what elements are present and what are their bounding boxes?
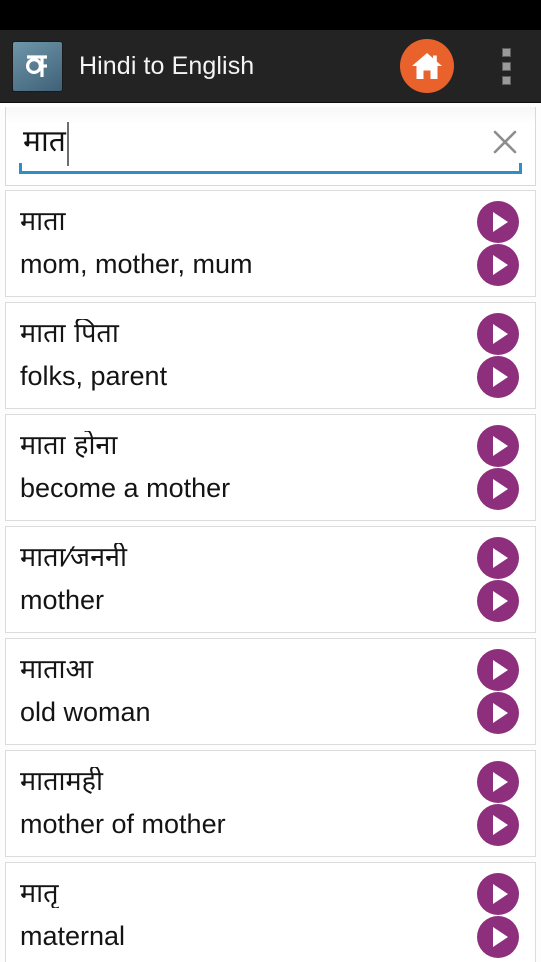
home-icon	[412, 53, 442, 79]
play-icon	[493, 771, 508, 792]
list-item[interactable]: माता⁄जननी mother	[5, 526, 536, 633]
play-english-button[interactable]	[477, 691, 519, 734]
page-title: Hindi to English	[79, 51, 255, 80]
play-icon	[493, 435, 508, 456]
result-hindi-row: माता पिता	[6, 312, 535, 355]
english-translation: folks, parent	[20, 361, 168, 391]
app-screen: Hindi to English मात माता mom, mother, m…	[0, 0, 541, 962]
play-icon	[493, 883, 508, 904]
play-hindi-button[interactable]	[477, 872, 519, 915]
play-hindi-button[interactable]	[477, 648, 519, 691]
list-item[interactable]: माता पिता folks, parent	[5, 302, 536, 409]
overflow-dot-icon	[501, 47, 511, 57]
result-english-row: maternal	[6, 915, 535, 958]
overflow-dot-icon	[501, 61, 511, 71]
overflow-menu-button[interactable]	[491, 42, 521, 90]
result-english-row: mother	[6, 579, 535, 622]
play-icon	[493, 366, 508, 387]
hindi-word: माता⁄जननी	[20, 542, 128, 573]
english-translation: mother of mother	[20, 809, 226, 839]
hindi-word: माता होना	[20, 430, 118, 461]
action-bar: Hindi to English	[0, 30, 541, 103]
english-translation: mother	[20, 585, 105, 615]
play-icon	[493, 659, 508, 680]
play-english-button[interactable]	[477, 467, 519, 510]
hindi-word: माताआ	[20, 654, 94, 685]
play-icon	[493, 323, 508, 344]
play-hindi-button[interactable]	[477, 760, 519, 803]
search-input-value: मात	[23, 124, 66, 159]
play-icon	[493, 211, 508, 232]
english-translation: mom, mother, mum	[20, 249, 253, 279]
close-icon	[493, 130, 517, 154]
result-hindi-row: मातृ	[6, 872, 535, 915]
search-bar: मात	[5, 107, 536, 186]
list-item[interactable]: माता mom, mother, mum	[5, 190, 536, 297]
play-english-button[interactable]	[477, 579, 519, 622]
result-english-row: mother of mother	[6, 803, 535, 846]
status-bar	[0, 0, 541, 30]
list-item[interactable]: माता होना become a mother	[5, 414, 536, 521]
play-hindi-button[interactable]	[477, 536, 519, 579]
clear-search-button[interactable]	[475, 103, 535, 181]
result-english-row: mom, mother, mum	[6, 243, 535, 286]
play-hindi-button[interactable]	[477, 424, 519, 467]
play-icon	[493, 590, 508, 611]
hindi-word: मातृ	[20, 878, 59, 909]
search-underline	[19, 163, 522, 174]
result-english-row: old woman	[6, 691, 535, 734]
result-english-row: folks, parent	[6, 355, 535, 398]
list-item[interactable]: मातामही mother of mother	[5, 750, 536, 857]
play-english-button[interactable]	[477, 915, 519, 958]
results-list: माता mom, mother, mum माता पिता folks, p…	[0, 186, 541, 962]
english-translation: old woman	[20, 697, 151, 727]
result-hindi-row: माता	[6, 200, 535, 243]
home-button[interactable]	[400, 39, 454, 93]
list-item[interactable]: मातृ maternal	[5, 862, 536, 962]
play-icon	[493, 814, 508, 835]
result-hindi-row: माता⁄जननी	[6, 536, 535, 579]
result-english-row: become a mother	[6, 467, 535, 510]
play-english-button[interactable]	[477, 803, 519, 846]
play-english-button[interactable]	[477, 355, 519, 398]
hindi-word: माता	[20, 206, 66, 237]
text-caret	[66, 122, 69, 166]
play-hindi-button[interactable]	[477, 200, 519, 243]
app-logo-icon	[13, 41, 62, 91]
hindi-word: मातामही	[20, 766, 103, 797]
play-hindi-button[interactable]	[477, 312, 519, 355]
play-icon	[493, 254, 508, 275]
play-icon	[493, 478, 508, 499]
play-icon	[493, 547, 508, 568]
english-translation: become a mother	[20, 473, 231, 503]
result-hindi-row: माताआ	[6, 648, 535, 691]
result-hindi-row: मातामही	[6, 760, 535, 803]
hindi-word: माता पिता	[20, 318, 119, 349]
play-icon	[493, 926, 508, 947]
overflow-dot-icon	[501, 75, 511, 85]
list-item[interactable]: माताआ old woman	[5, 638, 536, 745]
play-icon	[493, 702, 508, 723]
english-translation: maternal	[20, 921, 126, 951]
result-hindi-row: माता होना	[6, 424, 535, 467]
play-english-button[interactable]	[477, 243, 519, 286]
